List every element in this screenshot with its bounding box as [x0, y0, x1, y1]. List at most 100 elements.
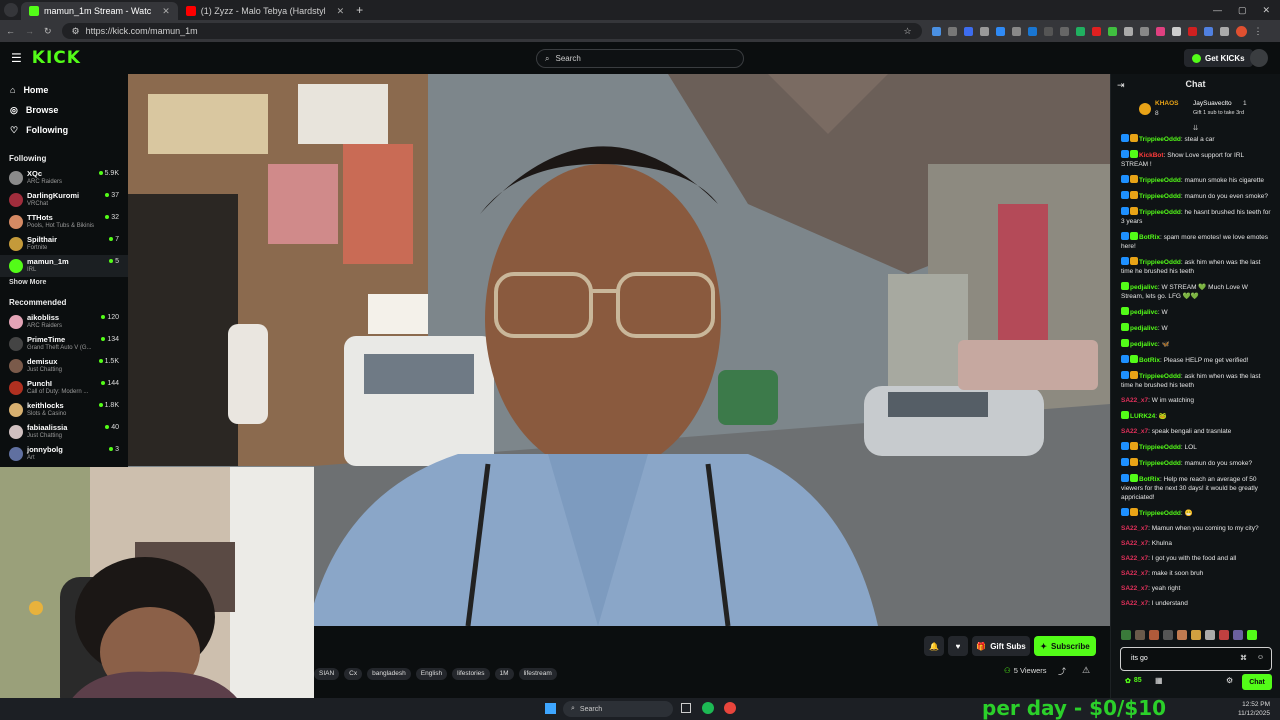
emote-icon[interactable] [1247, 630, 1257, 640]
extension-icon[interactable] [1107, 26, 1117, 36]
emote-picker-icon[interactable]: ☺ [1257, 654, 1264, 661]
extension-icon[interactable] [995, 26, 1005, 36]
report-icon[interactable]: ⚠ [1082, 665, 1090, 676]
sidebar-channel-item[interactable]: TTHots Pools, Hot Tubs & Bikinis 32 [0, 211, 128, 233]
sidebar-channel-item[interactable]: keithlocks Slots & Casino 1.8K [0, 399, 128, 421]
chat-settings-icon[interactable]: ⚙ [1226, 676, 1233, 685]
extension-icon[interactable] [1171, 26, 1181, 36]
reload-icon[interactable]: ↻ [44, 26, 52, 37]
tab-close-icon[interactable]: ✕ [162, 6, 170, 17]
taskbar-search[interactable]: ⌕ Search [563, 701, 673, 717]
chrome-icon[interactable] [724, 702, 736, 714]
bookmark-star-icon[interactable]: ☆ [903, 26, 911, 37]
calendar-icon[interactable]: ▦ [1155, 676, 1163, 685]
nav-home[interactable]: ⌂ Home [0, 80, 128, 100]
chat-username[interactable]: LURK24 [1130, 413, 1155, 420]
tab-close-icon[interactable]: ✕ [337, 6, 345, 17]
send-chat-button[interactable]: Chat [1242, 674, 1272, 690]
sidebar-channel-item[interactable]: XQc ARC Raiders 5.9K [0, 167, 128, 189]
stream-tag[interactable]: bangladesh [367, 668, 411, 680]
chat-username[interactable]: TrippieeOddd [1139, 373, 1181, 380]
extension-icon[interactable] [1011, 26, 1021, 36]
extension-icon[interactable] [1027, 26, 1037, 36]
chat-username[interactable]: pedjalivc [1130, 325, 1158, 332]
stream-tag[interactable]: English [415, 668, 448, 680]
chat-username[interactable]: KickBot [1139, 152, 1164, 159]
extension-icon[interactable] [947, 26, 957, 36]
forward-icon[interactable]: → [25, 26, 34, 36]
stream-tag[interactable]: lifestories [452, 668, 490, 680]
chat-username[interactable]: SA22_x7 [1121, 397, 1148, 404]
hamburger-menu-icon[interactable]: ☰ [11, 51, 22, 65]
sidebar-channel-item[interactable]: aikobliss ARC Raiders 120 [0, 311, 128, 333]
extension-icon[interactable] [1043, 26, 1053, 36]
kick-logo[interactable]: KICK [32, 48, 81, 68]
emote-icon[interactable] [1121, 630, 1131, 640]
chat-username[interactable]: BotRix [1139, 476, 1160, 483]
emote-icon[interactable] [1149, 630, 1159, 640]
chat-username[interactable]: TrippieeOddd [1139, 259, 1181, 266]
chat-username[interactable]: pedjalivc [1130, 284, 1158, 291]
sidebar-channel-item[interactable]: PunchI Call of Duty: Modern ... 144 [0, 377, 128, 399]
chat-username[interactable]: TrippieeOddd [1139, 460, 1181, 467]
extension-icon[interactable] [963, 26, 973, 36]
share-icon[interactable]: ⤴ [1058, 666, 1066, 677]
emote-icon[interactable] [1205, 630, 1215, 640]
url-bar[interactable]: ⚙ https://kick.com/mamun_1m ☆ [61, 23, 922, 39]
new-tab-icon[interactable]: + [356, 3, 363, 17]
user-avatar[interactable] [1250, 49, 1268, 67]
sidebar-channel-item[interactable]: jonnybolg Art 3 [0, 443, 128, 465]
stream-tag[interactable]: lifestream [518, 668, 557, 680]
gift-subs-button[interactable]: 🎁 Gift Subs [972, 636, 1030, 656]
emote-icon[interactable] [1177, 630, 1187, 640]
chat-username[interactable]: SA22_x7 [1121, 428, 1148, 435]
extension-icon[interactable] [1187, 26, 1197, 36]
nav-following[interactable]: ♡ Following [0, 120, 128, 140]
chat-username[interactable]: SA22_x7 [1121, 600, 1148, 607]
task-view-icon[interactable] [681, 703, 691, 713]
stream-tag[interactable]: Cx [344, 668, 363, 680]
sidebar-channel-item[interactable]: mamun_1m IRL 5 [0, 255, 128, 277]
chat-username[interactable]: BotRix [1139, 234, 1160, 241]
stream-tag[interactable]: 1M [494, 668, 514, 680]
chat-username[interactable]: SA22_x7 [1121, 585, 1148, 592]
channel-points[interactable]: ✿ 85 [1125, 677, 1142, 685]
follow-heart-button[interactable]: ♥ [948, 636, 968, 656]
sidebar-channel-item[interactable]: PrimeTime Grand Theft Auto V (G... 134 [0, 333, 128, 355]
back-icon[interactable]: ← [6, 26, 15, 36]
extension-icon[interactable] [979, 26, 989, 36]
extension-icon[interactable] [1155, 26, 1165, 36]
extension-icon[interactable] [1091, 26, 1101, 36]
command-icon[interactable]: ⌘ [1240, 654, 1247, 662]
browser-tab-kick[interactable]: mamun_1m Stream - Watc ✕ [21, 2, 178, 20]
sidebar-channel-item[interactable]: Spilthair Fortnite 7 [0, 233, 128, 255]
minimize-icon[interactable]: — [1213, 5, 1222, 16]
extension-icon[interactable] [1203, 26, 1213, 36]
chat-username[interactable]: BotRix [1139, 357, 1160, 364]
browser-tab-youtube[interactable]: (1) Zyzz - Malo Tebya (Hardstyl ✕ [178, 2, 352, 20]
emote-icon[interactable] [1233, 630, 1243, 640]
chat-username[interactable]: TrippieeOddd [1139, 510, 1181, 517]
maximize-icon[interactable]: ▢ [1238, 5, 1247, 16]
close-window-icon[interactable]: ✕ [1262, 5, 1270, 16]
chat-username[interactable]: TrippieeOddd [1139, 444, 1181, 451]
chat-username[interactable]: pedjalivc [1130, 309, 1158, 316]
chat-username[interactable]: TrippieeOddd [1139, 209, 1181, 216]
chat-username[interactable]: SA22_x7 [1121, 540, 1148, 547]
extension-icon[interactable] [1059, 26, 1069, 36]
sidebar-channel-item[interactable]: fabiaalissia Just Chatting 40 [0, 421, 128, 443]
collapse-chat-icon[interactable]: ⇥ [1117, 80, 1125, 91]
emote-icon[interactable] [1219, 630, 1229, 640]
chat-username[interactable]: TrippieeOddd [1139, 193, 1181, 200]
sidebar-channel-item[interactable]: DarlingKuromi VRChat 37 [0, 189, 128, 211]
extension-icon[interactable] [1123, 26, 1133, 36]
show-more-link[interactable]: Show More [0, 279, 128, 286]
chat-username[interactable]: pedjalivc [1130, 341, 1158, 348]
spotify-icon[interactable] [702, 702, 714, 714]
more-menu-icon[interactable]: ⋮ [1254, 26, 1263, 37]
windows-start-icon[interactable] [545, 703, 556, 714]
nav-browse[interactable]: ◎ Browse [0, 100, 128, 120]
profile-avatar[interactable] [1235, 25, 1247, 37]
emote-icon[interactable] [1135, 630, 1145, 640]
emote-icon[interactable] [1163, 630, 1173, 640]
